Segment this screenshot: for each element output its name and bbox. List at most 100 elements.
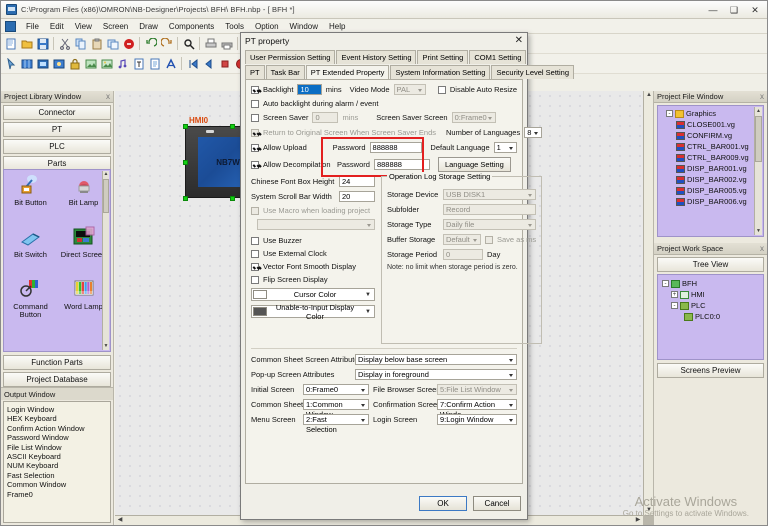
chevron-down-icon[interactable]: ▼ — [363, 309, 373, 315]
storage-type-select[interactable]: Daily file — [443, 219, 537, 230]
maximize-button[interactable]: ❑ — [724, 3, 744, 18]
multi-state-icon[interactable] — [51, 56, 66, 71]
return-original-checkbox[interactable] — [251, 128, 259, 137]
scroll-thumb[interactable] — [103, 179, 109, 213]
tree-node-plc[interactable]: - PLC — [662, 300, 761, 311]
find-icon[interactable] — [181, 36, 196, 51]
print-icon[interactable] — [219, 36, 234, 51]
tree-node-file[interactable]: CTRL_BAR009.vg — [666, 152, 761, 163]
project-file-tree[interactable]: - Graphics CLOSE001.vg CONFIRM.vg CTRL_B… — [657, 105, 764, 237]
buffer-storage-select[interactable]: Default — [443, 234, 481, 245]
storage-period-input[interactable]: 0 — [443, 249, 483, 260]
system-scroll-bar-width-input[interactable]: 20 — [339, 191, 375, 202]
tab-task-bar[interactable]: Task Bar — [265, 65, 305, 79]
sound-icon[interactable] — [115, 56, 130, 71]
scroll-left-icon[interactable]: ◀ — [115, 516, 125, 525]
expander-icon[interactable]: - — [671, 302, 678, 309]
screen-saver-screen-select[interactable]: 0:Frame0 — [451, 112, 496, 123]
auto-backlight-checkbox[interactable] — [251, 99, 259, 108]
function-parts-button[interactable]: Function Parts — [3, 355, 111, 370]
list-item[interactable]: Login Window — [7, 405, 107, 414]
storage-device-select[interactable]: USB DISK1 — [443, 189, 537, 200]
file-browser-screen-select[interactable]: 5:File List Window — [437, 384, 517, 395]
save-as-ms-checkbox[interactable] — [485, 235, 493, 244]
tree-node-file[interactable]: CONFIRM.vg — [666, 130, 761, 141]
open-icon[interactable] — [19, 36, 34, 51]
subfolder-input[interactable]: Record — [443, 204, 537, 215]
use-macro-checkbox[interactable] — [251, 206, 259, 215]
selection-handle[interactable] — [183, 196, 188, 201]
cut-icon[interactable] — [57, 36, 72, 51]
work-space-tree[interactable]: - BFH + HMI - PLC PLC0:0 — [657, 274, 764, 360]
chinese-font-box-height-input[interactable]: 24 — [339, 176, 375, 187]
list-item[interactable]: Fast Selection — [7, 471, 107, 480]
tab-screens-preview[interactable]: Screens Preview — [657, 363, 764, 378]
tree-node-file[interactable]: CTRL_BAR001.vg — [666, 141, 761, 152]
menu-screen-select[interactable]: 2:Fast Selection — [303, 414, 369, 434]
disable-auto-resize-checkbox[interactable] — [437, 85, 446, 94]
bit-button-tool-icon[interactable] — [19, 56, 34, 71]
part-item-bit-switch[interactable]: Bit Switch — [4, 226, 57, 278]
cancel-button[interactable]: Cancel — [473, 496, 521, 511]
canvas-vertical-scrollbar[interactable]: ▲ ▼ — [643, 91, 653, 515]
tab-event-history-setting[interactable]: Event History Setting — [336, 50, 417, 64]
text-icon[interactable] — [131, 56, 146, 71]
scroll-right-icon[interactable]: ▶ — [633, 516, 643, 525]
tree-node-hmi[interactable]: + HMI — [662, 289, 761, 300]
new-icon[interactable] — [3, 36, 18, 51]
expander-icon[interactable]: + — [671, 291, 678, 298]
tab-com1-setting[interactable]: COM1 Setting — [469, 50, 527, 64]
menu-window[interactable]: Window — [285, 21, 323, 32]
close-icon[interactable]: x — [760, 244, 764, 253]
menu-help[interactable]: Help — [324, 21, 350, 32]
default-language-select[interactable]: 1 — [493, 142, 517, 153]
tab-pt[interactable]: PT — [245, 65, 265, 79]
menu-screen[interactable]: Screen — [98, 21, 133, 32]
prev-frame-icon[interactable] — [201, 56, 216, 71]
screen-saver-input[interactable]: 0 — [312, 112, 339, 123]
close-icon[interactable]: x — [760, 92, 764, 101]
list-item[interactable]: Confirm Action Window — [7, 424, 107, 433]
use-buzzer-checkbox[interactable] — [251, 236, 259, 245]
list-item[interactable]: Frame0 — [7, 490, 107, 499]
tab-pt-extended-property[interactable]: PT Extended Property — [305, 65, 390, 79]
dialog-close-icon[interactable]: ✕ — [515, 35, 523, 46]
tab-print-setting[interactable]: Print Setting — [417, 50, 469, 64]
selection-handle[interactable] — [183, 160, 188, 165]
list-item[interactable]: NUM Keyboard — [7, 461, 107, 470]
part-item-bit-button[interactable]: Bit Button — [4, 174, 57, 226]
document-add-icon[interactable] — [147, 56, 162, 71]
output-window-list[interactable]: Login Window HEX Keyboard Confirm Action… — [3, 401, 111, 523]
menu-edit[interactable]: Edit — [45, 21, 69, 32]
popup-screen-attributes-select[interactable]: Display in foreground — [355, 369, 517, 380]
tree-node-plc00[interactable]: PLC0:0 — [662, 311, 761, 322]
tree-node-file[interactable]: CLOSE001.vg — [666, 119, 761, 130]
library-category-plc[interactable]: PLC — [3, 139, 111, 154]
close-button[interactable]: ✕ — [745, 3, 765, 18]
tree-node-file[interactable]: DISP_BAR002.vg — [666, 174, 761, 185]
allow-decompilation-password-input[interactable]: 888888 — [373, 159, 430, 170]
close-icon[interactable]: x — [106, 92, 110, 101]
list-item[interactable]: ASCII Keyboard — [7, 452, 107, 461]
tab-user-permission-setting[interactable]: User Permission Setting — [245, 50, 336, 64]
tree-node-file[interactable]: DISP_BAR006.vg — [666, 196, 761, 207]
first-frame-icon[interactable] — [185, 56, 200, 71]
selection-handle[interactable] — [183, 124, 188, 129]
undo-icon[interactable] — [143, 36, 158, 51]
use-external-clock-checkbox[interactable] — [251, 249, 259, 258]
chevron-down-icon[interactable]: ▼ — [363, 292, 373, 298]
common-sheet-screen-attributes-select[interactable]: Display below base screen — [355, 354, 517, 365]
selection-handle[interactable] — [230, 196, 235, 201]
menu-option[interactable]: Option — [250, 21, 284, 32]
tree-node-bfh[interactable]: - BFH — [662, 278, 761, 289]
language-setting-button[interactable]: Language Setting — [437, 157, 511, 172]
backlight-checkbox[interactable] — [251, 85, 259, 94]
lock-icon[interactable] — [67, 56, 82, 71]
scroll-down-icon[interactable]: ▼ — [103, 343, 109, 350]
pointer-icon[interactable] — [3, 56, 18, 71]
print-preview-icon[interactable] — [203, 36, 218, 51]
paste-icon[interactable] — [89, 36, 104, 51]
picture-library-icon[interactable] — [99, 56, 114, 71]
ok-button[interactable]: OK — [419, 496, 467, 511]
allow-upload-password-input[interactable]: 888888 — [369, 142, 423, 153]
